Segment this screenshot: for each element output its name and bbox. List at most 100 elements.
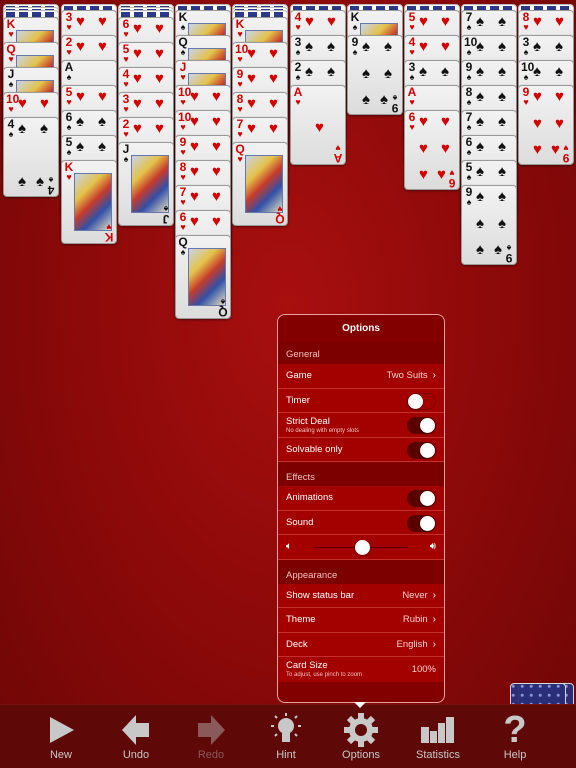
toggle-knob <box>420 418 435 433</box>
suit-pip: ♥ <box>533 13 542 30</box>
playing-card[interactable]: 9 ♠ ♠ ♠ ♠ ♠ ♠ ♠ 9 ♠ <box>461 185 517 265</box>
deck-row[interactable]: Deck English › <box>278 632 444 657</box>
card-index: 9 ♠ <box>465 60 473 82</box>
hint-button[interactable]: Hint <box>254 713 318 761</box>
new-button[interactable]: New <box>29 713 93 761</box>
suit-pip: ♠ <box>498 38 506 55</box>
suit-pip: ♥ <box>212 113 221 130</box>
suit-pip: ♥ <box>247 95 256 112</box>
suit-pip: ♠ <box>498 63 506 80</box>
playing-card[interactable]: 9 ♥ ♥ ♥ ♥ ♥ ♥ ♥ 9 ♥ <box>518 85 574 165</box>
card-index: 9 ♠ <box>351 35 359 57</box>
card-index: K ♥ <box>6 17 16 39</box>
animations-toggle[interactable] <box>407 490 436 507</box>
timer-toggle[interactable] <box>407 392 436 410</box>
playing-card[interactable]: Q ♥ Q ♥ <box>232 142 288 226</box>
undo-button[interactable]: Undo <box>104 713 168 761</box>
playing-card[interactable]: K ♥ K ♥ <box>61 160 117 244</box>
card-index: A ♥ <box>293 85 303 107</box>
suit-pip: ♥ <box>315 119 324 136</box>
suit-pip: ♥ <box>247 45 256 62</box>
suit-pip: ♥ <box>98 88 107 105</box>
suit-pip: ♠ <box>76 113 84 130</box>
suit-pip: ♠ <box>327 63 335 80</box>
playing-card[interactable]: 4 ♠ ♠ ♠ ♠ ♠ 4 ♠ <box>3 117 59 197</box>
playing-card[interactable]: Q ♠ Q ♠ <box>175 235 231 319</box>
animations-label: Animations <box>286 492 333 504</box>
bar-chart-icon <box>406 713 470 747</box>
theme-label: Theme <box>286 614 316 626</box>
strict-deal-toggle[interactable] <box>407 417 436 434</box>
card-index: K ♥ <box>235 17 245 39</box>
suit-pip: ♥ <box>419 140 428 157</box>
sound-label: Sound <box>286 516 314 528</box>
suit-pip: ♠ <box>419 63 427 80</box>
game-row[interactable]: Game Two Suits › <box>278 364 444 389</box>
toggle-knob <box>420 515 435 531</box>
suit-pip: ♠ <box>384 38 392 55</box>
card-index: 5 ♠ <box>465 160 473 182</box>
suit-pip: ♠ <box>555 38 563 55</box>
suit-pip: ♠ <box>476 63 484 80</box>
animations-row: Animations <box>278 486 444 511</box>
arrow-right-icon <box>179 713 243 747</box>
suit-pip: ♥ <box>419 113 428 130</box>
hint-label: Hint <box>276 749 296 761</box>
card-index: 8 ♥ <box>179 160 187 182</box>
suit-pip: ♥ <box>190 138 199 155</box>
suit-pip: ♥ <box>40 95 49 112</box>
card-index: 7 ♠ <box>465 10 473 32</box>
card-index: 6 ♠ <box>465 135 473 157</box>
playing-card[interactable]: 6 ♥ ♥ ♥ ♥ ♥ ♥ ♥ 6 ♥ <box>404 110 460 190</box>
volume-slider-knob[interactable] <box>354 540 370 555</box>
card-index-bottom: K ♥ <box>104 222 114 244</box>
suit-pip: ♥ <box>190 113 199 130</box>
card-index: 10 ♥ <box>235 42 249 64</box>
undo-label: Undo <box>122 749 150 761</box>
card-index: 5 ♠ <box>65 135 73 157</box>
toggle-knob <box>420 442 435 458</box>
popover-arrow <box>354 702 366 708</box>
suit-pip: ♠ <box>98 138 106 155</box>
playing-card[interactable]: A ♥ ♥ A ♥ <box>290 85 346 165</box>
suit-pip: ♥ <box>190 88 199 105</box>
suit-pip: ♥ <box>551 141 560 158</box>
playing-card[interactable]: J ♠ J ♠ <box>118 142 174 226</box>
suit-pip: ♥ <box>441 140 450 157</box>
card-index: 7 ♥ <box>236 117 244 139</box>
suit-pip: ♥ <box>269 95 278 112</box>
suit-pip: ♠ <box>498 188 506 205</box>
card-index-bottom: Q ♠ <box>218 297 228 319</box>
card-index: J ♠ <box>122 142 130 164</box>
section-appearance: Appearance <box>278 567 444 584</box>
help-label: Help <box>503 749 527 761</box>
card-size-sublabel: To adjust, use pinch to zoom <box>286 672 363 679</box>
play-icon <box>29 713 93 747</box>
solvable-toggle[interactable] <box>407 441 436 459</box>
statistics-button[interactable]: Statistics <box>406 713 470 761</box>
card-index: 8 ♥ <box>236 92 244 114</box>
status-bar-row[interactable]: Show status bar Never › <box>278 583 444 608</box>
card-size-value: 100% <box>411 663 436 675</box>
suit-pip: ♥ <box>533 141 542 158</box>
theme-row[interactable]: Theme Rubin › <box>278 608 444 633</box>
help-button[interactable]: ? Help <box>483 709 547 762</box>
card-index: 3 ♥ <box>65 10 73 32</box>
suit-pip: ♥ <box>441 113 450 130</box>
suit-pip: ♠ <box>18 173 26 190</box>
suit-pip: ♠ <box>476 13 484 30</box>
sound-toggle[interactable] <box>407 514 436 532</box>
chevron-right-icon: › <box>432 589 436 601</box>
card-index: 10 ♥ <box>178 110 192 132</box>
playing-card[interactable]: 9 ♠ ♠ ♠ ♠ ♠ ♠ ♠ 9 ♠ <box>347 35 403 115</box>
suit-pip: ♠ <box>327 38 335 55</box>
lightbulb-icon <box>254 713 318 747</box>
suit-pip: ♥ <box>155 45 164 62</box>
redo-button[interactable]: Redo <box>179 713 243 761</box>
card-index: 9 ♥ <box>236 67 244 89</box>
strict-deal-row: Strict Deal No dealing with empty slots <box>278 413 444 438</box>
suit-pip: ♥ <box>155 70 164 87</box>
card-index: 2 ♥ <box>122 117 130 139</box>
card-index: 6 ♥ <box>408 110 416 132</box>
options-button[interactable]: Options <box>329 713 393 761</box>
